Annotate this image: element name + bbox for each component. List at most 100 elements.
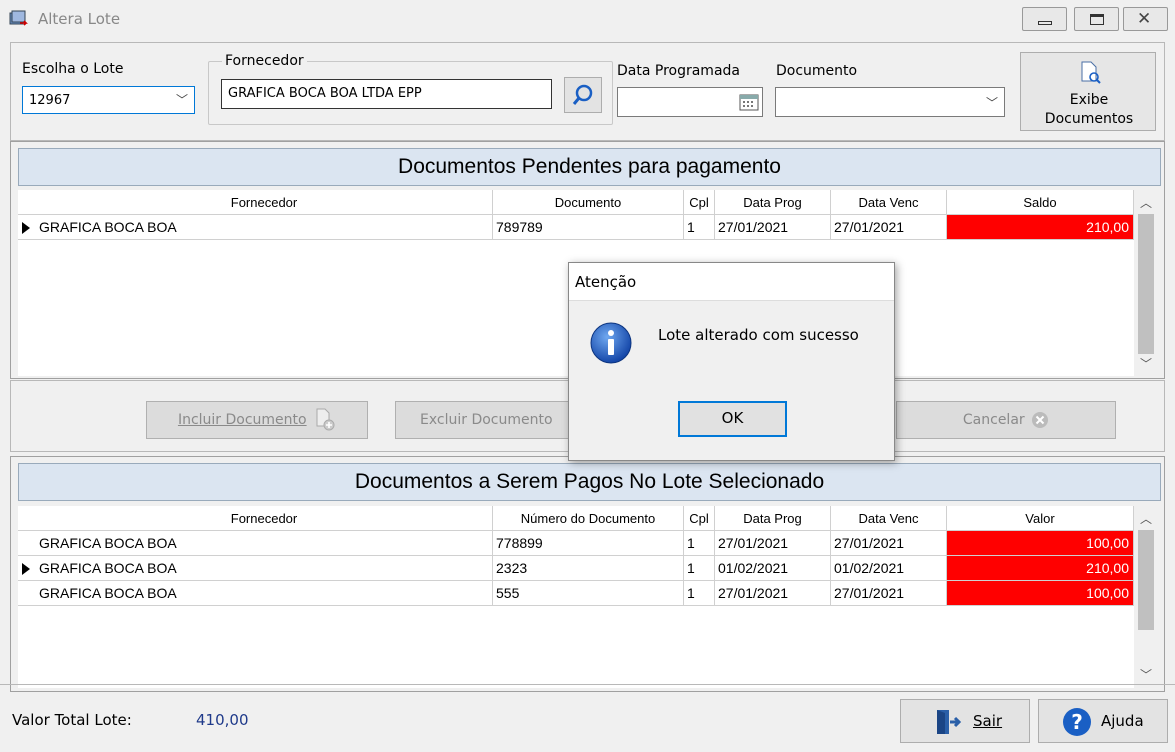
- cell-data-venc: 27/01/2021: [831, 581, 947, 606]
- col-fornecedor[interactable]: Fornecedor: [36, 506, 493, 531]
- col-valor[interactable]: Valor: [947, 506, 1134, 531]
- dialog-title-bar: Atenção: [569, 263, 894, 301]
- cell-saldo: 210,00: [947, 215, 1134, 240]
- dialog-title: Atenção: [575, 273, 637, 291]
- cell-fornecedor: GRAFICA BOCA BOA: [36, 556, 493, 581]
- col-cpl[interactable]: Cpl: [684, 506, 715, 531]
- exibe-documentos-button[interactable]: Exibe Documentos: [1020, 52, 1156, 131]
- cell-data-prog: 27/01/2021: [715, 215, 831, 240]
- close-icon: ✕: [1137, 9, 1152, 29]
- alert-dialog: Atenção Lote alterado com sucesso OK: [568, 262, 895, 461]
- cancelar-button[interactable]: Cancelar: [896, 401, 1116, 439]
- fornecedor-label: Fornecedor: [222, 53, 307, 69]
- lote-value: 12967: [29, 93, 71, 108]
- cell-cpl: 1: [684, 215, 715, 240]
- cell-documento: 789789: [493, 215, 684, 240]
- sair-button[interactable]: Sair: [900, 699, 1030, 743]
- pagos-table: Fornecedor Número do Documento Cpl Data …: [18, 506, 1134, 688]
- col-numero-documento[interactable]: Número do Documento: [493, 506, 684, 531]
- col-saldo[interactable]: Saldo: [947, 190, 1134, 215]
- search-button[interactable]: [564, 77, 602, 113]
- fornecedor-field[interactable]: GRAFICA BOCA BOA LTDA EPP: [221, 79, 552, 109]
- pendentes-title: Documentos Pendentes para pagamento: [18, 148, 1161, 186]
- pagos-scrollbar[interactable]: ︿ ﹀: [1135, 506, 1157, 688]
- document-search-icon: [1081, 61, 1101, 84]
- help-icon: ?: [1063, 708, 1091, 736]
- scroll-up-icon[interactable]: ︿: [1135, 192, 1157, 214]
- cell-cpl: 1: [684, 581, 715, 606]
- row-indicator-icon: [22, 563, 30, 575]
- cell-data-venc: 27/01/2021: [831, 215, 947, 240]
- minimize-button[interactable]: [1022, 7, 1067, 31]
- svg-text:?: ?: [1071, 710, 1083, 734]
- col-data-prog[interactable]: Data Prog: [715, 190, 831, 215]
- incluir-documento-label: Incluir Documento: [177, 412, 307, 428]
- col-cpl[interactable]: Cpl: [684, 190, 715, 215]
- fornecedor-value: GRAFICA BOCA BOA LTDA EPP: [228, 86, 422, 101]
- cell-documento: 2323: [493, 556, 684, 581]
- col-data-venc[interactable]: Data Venc: [831, 190, 947, 215]
- valor-total-value: 410,00: [196, 711, 249, 729]
- cell-fornecedor: GRAFICA BOCA BOA: [36, 581, 493, 606]
- ajuda-button[interactable]: ? Ajuda: [1038, 699, 1168, 743]
- dialog-message: Lote alterado com sucesso: [658, 326, 859, 344]
- table-row[interactable]: GRAFICA BOCA BOA 789789 1 27/01/2021 27/…: [18, 215, 1134, 240]
- col-data-prog[interactable]: Data Prog: [715, 506, 831, 531]
- lote-label: Escolha o Lote: [22, 61, 124, 77]
- cell-data-venc: 27/01/2021: [831, 531, 947, 556]
- pendentes-scrollbar[interactable]: ︿ ﹀: [1135, 190, 1157, 376]
- col-fornecedor[interactable]: Fornecedor: [36, 190, 493, 215]
- ok-button[interactable]: OK: [678, 401, 787, 437]
- filter-panel: Escolha o Lote 12967 ﹀ Fornecedor GRAFIC…: [10, 42, 1165, 141]
- incluir-documento-button[interactable]: Incluir Documento: [146, 401, 368, 439]
- excluir-documento-label: Excluir Documento: [420, 412, 553, 428]
- cell-data-venc: 01/02/2021: [831, 556, 947, 581]
- cancelar-label: Cancelar: [962, 412, 1025, 428]
- documento-label: Documento: [776, 63, 858, 79]
- scroll-thumb[interactable]: [1138, 530, 1154, 630]
- cell-valor: 100,00: [947, 581, 1134, 606]
- cell-fornecedor: GRAFICA BOCA BOA: [36, 215, 493, 240]
- minimize-icon: [1038, 21, 1052, 25]
- scroll-down-icon[interactable]: ﹀: [1135, 353, 1157, 375]
- pagos-header-row: Fornecedor Número do Documento Cpl Data …: [18, 506, 1134, 531]
- cell-cpl: 1: [684, 556, 715, 581]
- exibe-documentos-label: Exibe Documentos: [1044, 92, 1134, 127]
- sair-label: Sair: [973, 712, 1003, 730]
- scroll-up-icon[interactable]: ︿: [1135, 508, 1157, 530]
- scroll-thumb[interactable]: [1138, 214, 1154, 354]
- data-programada-field[interactable]: [617, 87, 763, 117]
- table-row[interactable]: GRAFICA BOCA BOA 2323 1 01/02/2021 01/02…: [18, 556, 1134, 581]
- close-button[interactable]: ✕: [1123, 7, 1168, 31]
- status-bar: Valor Total Lote: 410,00 Sair ? Ajuda: [0, 684, 1175, 752]
- excluir-documento-button[interactable]: Excluir Documento: [395, 401, 575, 439]
- chevron-down-icon: ﹀: [985, 96, 998, 110]
- col-documento[interactable]: Documento: [493, 190, 684, 215]
- scroll-down-icon[interactable]: ﹀: [1135, 664, 1157, 686]
- cancel-icon: [1032, 412, 1049, 428]
- cell-documento: 555: [493, 581, 684, 606]
- maximize-icon: [1090, 14, 1104, 25]
- data-programada-label: Data Programada: [617, 63, 740, 79]
- row-indicator-icon: [22, 222, 30, 234]
- pendentes-header-row: Fornecedor Documento Cpl Data Prog Data …: [18, 190, 1134, 215]
- table-row[interactable]: GRAFICA BOCA BOA 778899 1 27/01/2021 27/…: [18, 531, 1134, 556]
- cell-valor: 100,00: [947, 531, 1134, 556]
- cell-data-prog: 27/01/2021: [715, 531, 831, 556]
- info-icon: [590, 322, 632, 364]
- search-icon: [572, 84, 593, 105]
- valor-total-label: Valor Total Lote:: [12, 711, 132, 729]
- cell-fornecedor: GRAFICA BOCA BOA: [36, 531, 493, 556]
- cell-data-prog: 01/02/2021: [715, 556, 831, 581]
- window-title: Altera Lote: [38, 10, 121, 28]
- pagos-title: Documentos a Serem Pagos No Lote Selecio…: [18, 463, 1161, 501]
- app-icon: [9, 10, 28, 26]
- col-data-venc[interactable]: Data Venc: [831, 506, 947, 531]
- ajuda-label: Ajuda: [1101, 712, 1144, 730]
- cell-valor: 210,00: [947, 556, 1134, 581]
- maximize-button[interactable]: [1074, 7, 1119, 31]
- calendar-icon[interactable]: [739, 93, 759, 111]
- lote-select[interactable]: 12967 ﹀: [22, 86, 195, 114]
- table-row[interactable]: GRAFICA BOCA BOA 555 1 27/01/2021 27/01/…: [18, 581, 1134, 606]
- documento-select[interactable]: ﹀: [775, 87, 1005, 117]
